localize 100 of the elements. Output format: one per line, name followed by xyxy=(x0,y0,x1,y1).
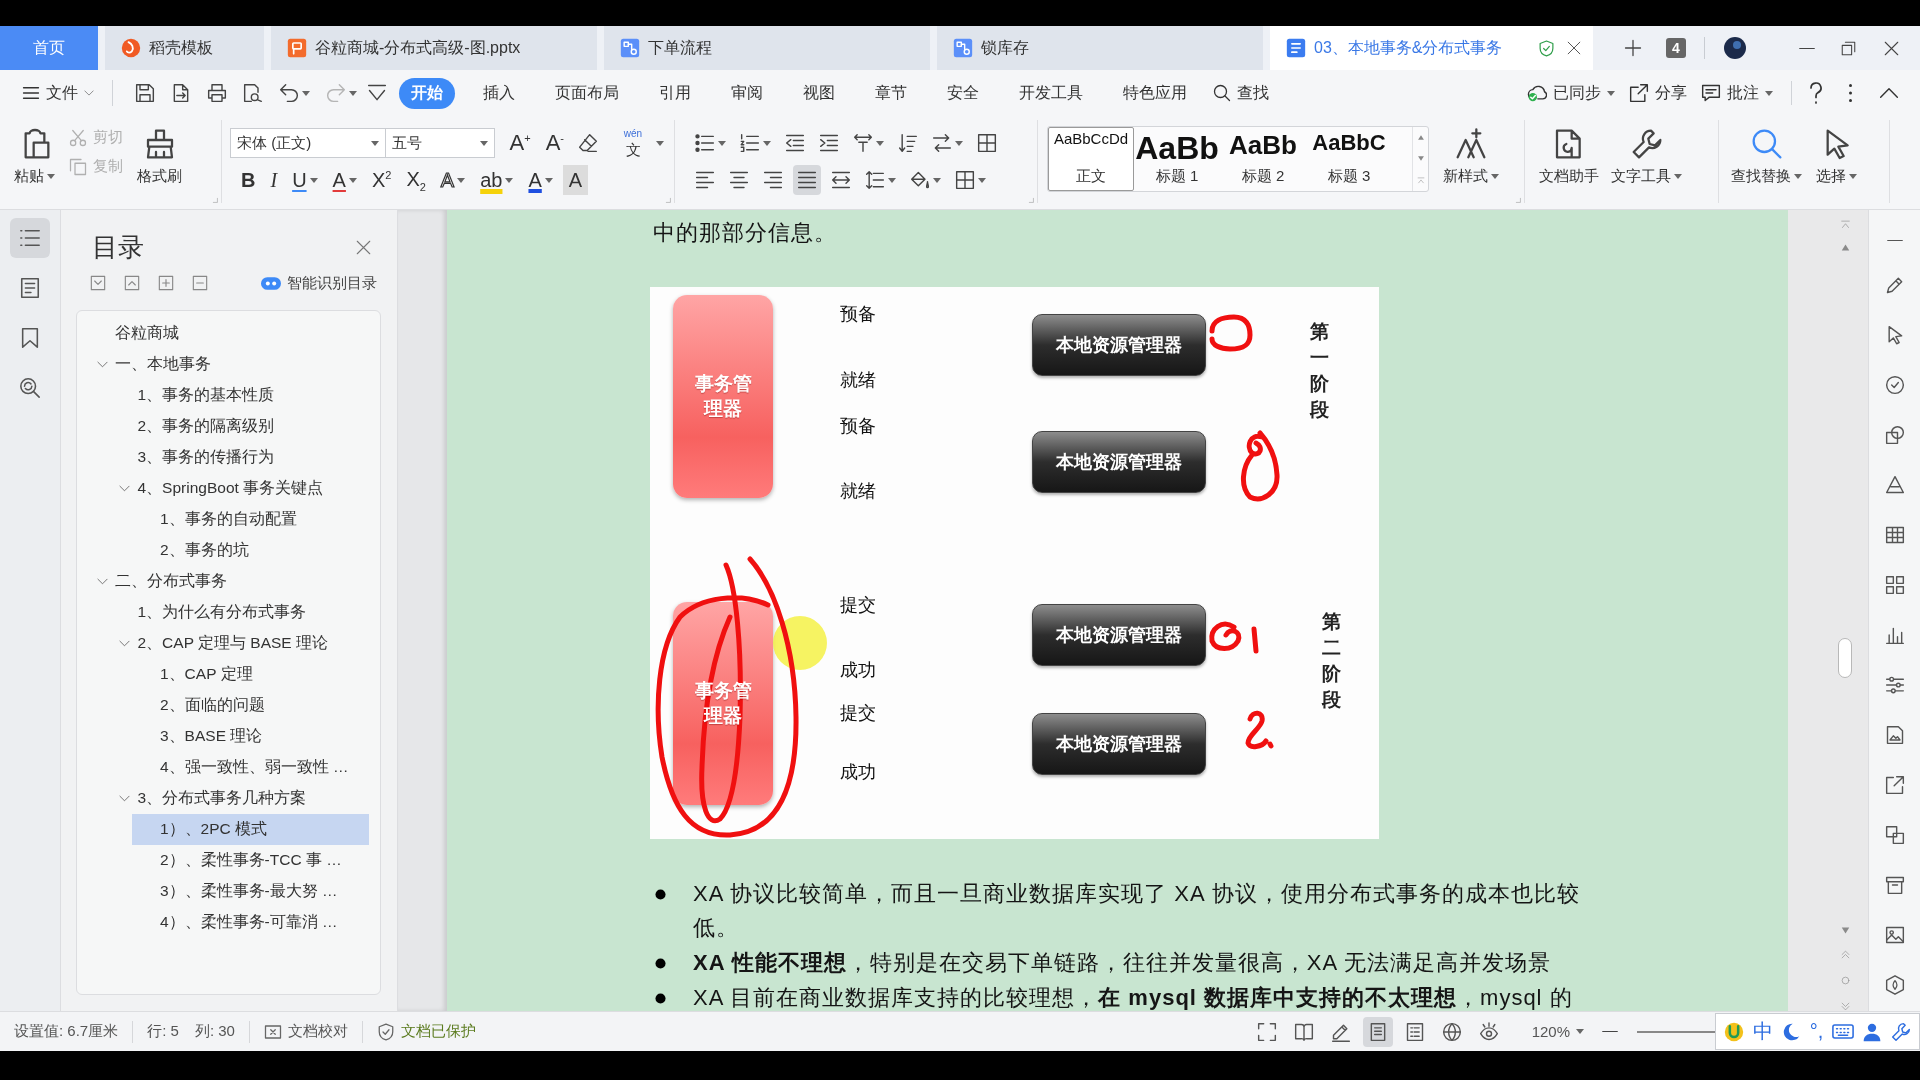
ribbon-tab[interactable]: 插入 xyxy=(471,77,527,109)
ribbon-tab[interactable]: 审阅 xyxy=(719,77,775,109)
chevron-down-icon[interactable] xyxy=(119,638,130,649)
caret-icon[interactable] xyxy=(302,90,310,96)
save-icon[interactable] xyxy=(135,83,155,103)
format-painter-button[interactable]: 格式刷 xyxy=(137,120,182,186)
input-mode-button[interactable]: 中 xyxy=(1752,1018,1773,1045)
close-icon[interactable] xyxy=(1883,40,1899,56)
image-icon[interactable] xyxy=(1884,925,1905,945)
window-count-badge[interactable]: 4 xyxy=(1666,38,1686,58)
handle-icon[interactable] xyxy=(1886,238,1903,242)
style-option[interactable]: AaBbC 标题 3 xyxy=(1306,127,1392,191)
caret-icon[interactable] xyxy=(544,177,553,183)
toc-item[interactable]: 2、事务的坑 xyxy=(132,535,369,566)
style-option[interactable]: AaBb 标题 2 xyxy=(1220,127,1306,191)
caret-icon[interactable] xyxy=(955,140,963,146)
document-tab[interactable]: 谷粒商城-分布式高级-图.pptx xyxy=(271,26,597,70)
toc-item[interactable]: 2、CAP 定理与 BASE 理论 xyxy=(109,628,369,659)
sliders-icon[interactable] xyxy=(1884,675,1905,695)
check-circle-icon[interactable] xyxy=(1884,375,1905,395)
ribbon-tab[interactable]: 特色应用 xyxy=(1111,77,1199,109)
font-size-field[interactable]: 五号 xyxy=(385,128,495,158)
chevron-down-icon[interactable] xyxy=(96,359,108,370)
scroll-up-icon[interactable] xyxy=(1416,134,1425,142)
chevron-down-icon[interactable] xyxy=(96,576,108,587)
toc-nav-button[interactable] xyxy=(10,218,50,258)
ribbon-tab[interactable]: 视图 xyxy=(791,77,847,109)
toc-item[interactable]: 1）、2PC 模式 xyxy=(132,814,369,845)
zoom-slider-track[interactable] xyxy=(1637,1030,1715,1033)
export-icon[interactable] xyxy=(1884,775,1905,795)
share-button[interactable]: 分享 xyxy=(1629,82,1687,104)
toc-item[interactable]: 二、分布式事务 xyxy=(87,566,369,597)
print-icon[interactable] xyxy=(207,83,227,103)
document-tab[interactable]: 稻壳模板 xyxy=(105,26,264,70)
hexagon-icon[interactable] xyxy=(1884,975,1905,995)
caret-icon[interactable] xyxy=(876,140,884,146)
caret-icon[interactable] xyxy=(1674,174,1682,179)
char-shading-button[interactable]: A xyxy=(562,165,589,195)
toc-item[interactable]: 谷粒商城 xyxy=(87,318,369,349)
minimize-icon[interactable] xyxy=(1798,46,1815,50)
document-tab[interactable]: 锁库存 xyxy=(937,26,1263,70)
page-view-button[interactable] xyxy=(1362,1016,1393,1047)
document-tab[interactable]: 下单流程 xyxy=(604,26,930,70)
toc-item[interactable]: 2、事务的隔离级别 xyxy=(109,411,369,442)
ribbon-tab[interactable]: 页面布局 xyxy=(543,77,631,109)
toc-item[interactable]: 2）、柔性事务-TCC 事 … xyxy=(132,845,369,876)
toc-item[interactable]: 1、事务的基本性质 xyxy=(109,380,369,411)
chevron-down-icon[interactable] xyxy=(119,483,130,494)
grid-icon[interactable] xyxy=(1884,575,1905,595)
text-tools-button[interactable]: 文字工具 xyxy=(1611,120,1682,186)
caret-icon[interactable] xyxy=(888,177,896,183)
toc-item[interactable]: 3）、柔性事务-最大努 … xyxy=(132,876,369,907)
align-justify-button[interactable] xyxy=(793,165,821,195)
font-color-button[interactable]: A xyxy=(523,165,558,195)
style-option[interactable]: AaBbCcDd 正文 xyxy=(1048,127,1134,191)
strikethrough-button[interactable]: A xyxy=(327,165,362,195)
caret-icon[interactable] xyxy=(479,140,488,146)
keyboard-icon[interactable] xyxy=(1831,1024,1854,1039)
bar-chevron-down-icon[interactable] xyxy=(367,83,387,103)
assistant-button[interactable]: 文档助手 xyxy=(1539,120,1599,186)
caret-icon[interactable] xyxy=(309,177,318,183)
scroll-down-icon[interactable] xyxy=(1840,926,1850,936)
caret-icon[interactable] xyxy=(718,140,726,146)
new-style-button[interactable]: 新样式 xyxy=(1443,120,1499,186)
document-tab[interactable]: 03、本地事务&分布式事务 xyxy=(1270,26,1593,70)
shrink-font-button[interactable]: A$^{-}$ xyxy=(540,128,569,158)
print-preview-icon[interactable] xyxy=(243,83,263,103)
toc-item[interactable]: 一、本地事务 xyxy=(87,349,369,380)
file-menu-button[interactable]: 文件 xyxy=(22,82,94,104)
more-icon[interactable] xyxy=(1848,83,1853,103)
search-button[interactable]: 查找 xyxy=(1213,82,1269,104)
moon-icon[interactable] xyxy=(1781,1021,1802,1042)
toc-item[interactable]: 1、事务的自动配置 xyxy=(132,504,369,535)
ribbon-tab[interactable]: 引用 xyxy=(647,77,703,109)
find-button[interactable]: 查找替换 xyxy=(1731,120,1802,186)
protection-status-button[interactable]: 文档已保护 xyxy=(376,1022,476,1041)
zoom-level-button[interactable]: 120% xyxy=(1531,1023,1584,1040)
caret-icon[interactable] xyxy=(1794,174,1802,179)
paste-button[interactable]: 粘贴 xyxy=(14,120,55,186)
wrench-icon[interactable] xyxy=(1890,1021,1911,1042)
caret-icon[interactable] xyxy=(1491,174,1499,179)
help-icon[interactable] xyxy=(1810,82,1822,104)
caret-icon[interactable] xyxy=(1607,90,1615,96)
shield-icon[interactable] xyxy=(1538,39,1555,57)
caret-icon[interactable] xyxy=(348,177,357,183)
toc-item[interactable]: 3、BASE 理论 xyxy=(132,721,369,752)
bold-button[interactable]: B xyxy=(236,165,261,195)
archive-icon[interactable] xyxy=(1884,875,1905,895)
caret-icon[interactable] xyxy=(933,177,941,183)
input-method-logo-icon[interactable] xyxy=(1724,1021,1745,1042)
chevron-down-icon[interactable] xyxy=(119,793,130,804)
image-document-icon[interactable] xyxy=(1884,725,1905,745)
close-icon[interactable] xyxy=(1567,41,1581,55)
caret-icon[interactable] xyxy=(763,140,771,146)
ribbon-tab[interactable]: 安全 xyxy=(935,77,991,109)
caret-icon[interactable] xyxy=(1576,1029,1584,1034)
toc-item[interactable]: 1、CAP 定理 xyxy=(132,659,369,690)
italic-button[interactable]: I xyxy=(265,165,283,195)
ribbon-tab[interactable]: 章节 xyxy=(863,77,919,109)
superscript-button[interactable]: X$^{2}$ xyxy=(366,165,397,195)
